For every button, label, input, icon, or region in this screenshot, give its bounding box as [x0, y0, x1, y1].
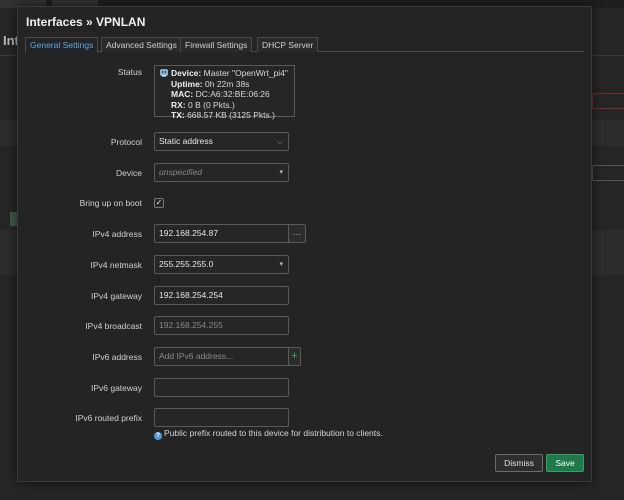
status-rx: RX: 0 B (0 Pkts.): [171, 99, 235, 110]
network-port-icon: [160, 69, 168, 77]
ipv4-netmask-label: IPv4 netmask: [90, 260, 143, 270]
ipv4-gateway-label: IPv4 gateway: [90, 291, 142, 301]
ipv6-prefix-hint-text: Public prefix routed to this device for …: [164, 428, 383, 438]
device-label: Device: [116, 168, 142, 178]
caret-down-icon: ▾: [279, 169, 283, 176]
ipv4-netmask-value: 255.255.255.0: [159, 259, 214, 269]
chevron-down-icon: ⌵: [276, 137, 283, 146]
tab-firewall-settings[interactable]: Firewall Settings: [180, 37, 253, 52]
ipv4-address-more-button[interactable]: …: [289, 224, 306, 243]
dismiss-button[interactable]: Dismiss: [495, 454, 543, 472]
add-ipv6-address-button[interactable]: +: [289, 347, 301, 366]
tab-advanced-settings[interactable]: Advanced Settings: [101, 37, 182, 52]
ipv4-address-label: IPv4 address: [92, 229, 142, 239]
modal-title: Interfaces » VPNLAN: [26, 15, 146, 29]
status-mac: MAC: DC:A6:32:BE:06:26: [171, 89, 270, 99]
boot-label: Bring up on boot: [79, 198, 142, 208]
background-button: [592, 93, 624, 109]
status-uptime: Uptime: 0h 22m 38s: [171, 78, 250, 89]
background-button: [592, 165, 624, 181]
status-label: Status: [117, 67, 142, 77]
ipv6-gateway-label: IPv6 gateway: [90, 383, 142, 393]
protocol-select[interactable]: Static address ⌵: [154, 132, 289, 151]
boot-checkbox[interactable]: ✓: [154, 198, 164, 208]
ipv4-broadcast-label: IPv4 broadcast: [85, 321, 142, 331]
ipv6-prefix-label: IPv6 routed prefix: [75, 413, 142, 423]
tab-bar: General Settings Advanced Settings Firew…: [25, 37, 584, 53]
info-icon: ?: [154, 432, 162, 440]
tab-general-settings[interactable]: General Settings: [25, 37, 99, 53]
tab-dhcp-server[interactable]: DHCP Server: [257, 37, 319, 52]
save-button[interactable]: Save: [546, 454, 584, 472]
ipv4-netmask-select[interactable]: 255.255.255.0 ▾: [154, 255, 289, 274]
ipv4-address-input[interactable]: 192.168.254.87: [154, 224, 289, 243]
caret-down-icon: ▾: [279, 261, 283, 268]
device-select[interactable]: unspecified ▾: [154, 163, 289, 182]
ipv4-gateway-input[interactable]: 192.168.254.254: [154, 286, 289, 305]
ipv6-prefix-hint: ? Public prefix routed to this device for…: [154, 428, 383, 440]
protocol-value: Static address: [159, 136, 213, 146]
protocol-label: Protocol: [110, 137, 142, 147]
interface-modal: Interfaces » VPNLAN General Settings Adv…: [17, 6, 592, 482]
ipv6-address-input[interactable]: Add IPv6 address...: [154, 347, 289, 366]
ipv6-prefix-input[interactable]: [154, 408, 289, 427]
ipv6-address-label: IPv6 address: [92, 352, 142, 362]
status-tx: TX: 668.57 KB (3125 Pkts.): [171, 110, 275, 120]
status-box: Device: Master "OpenWrt_pi4" Uptime: 0h …: [154, 65, 295, 120]
ipv6-gateway-input[interactable]: [154, 378, 289, 397]
ipv4-broadcast-input[interactable]: 192.168.254.255: [154, 316, 289, 335]
status-device: Device: Master "OpenWrt_pi4": [171, 68, 288, 78]
device-value: unspecified: [159, 167, 203, 177]
